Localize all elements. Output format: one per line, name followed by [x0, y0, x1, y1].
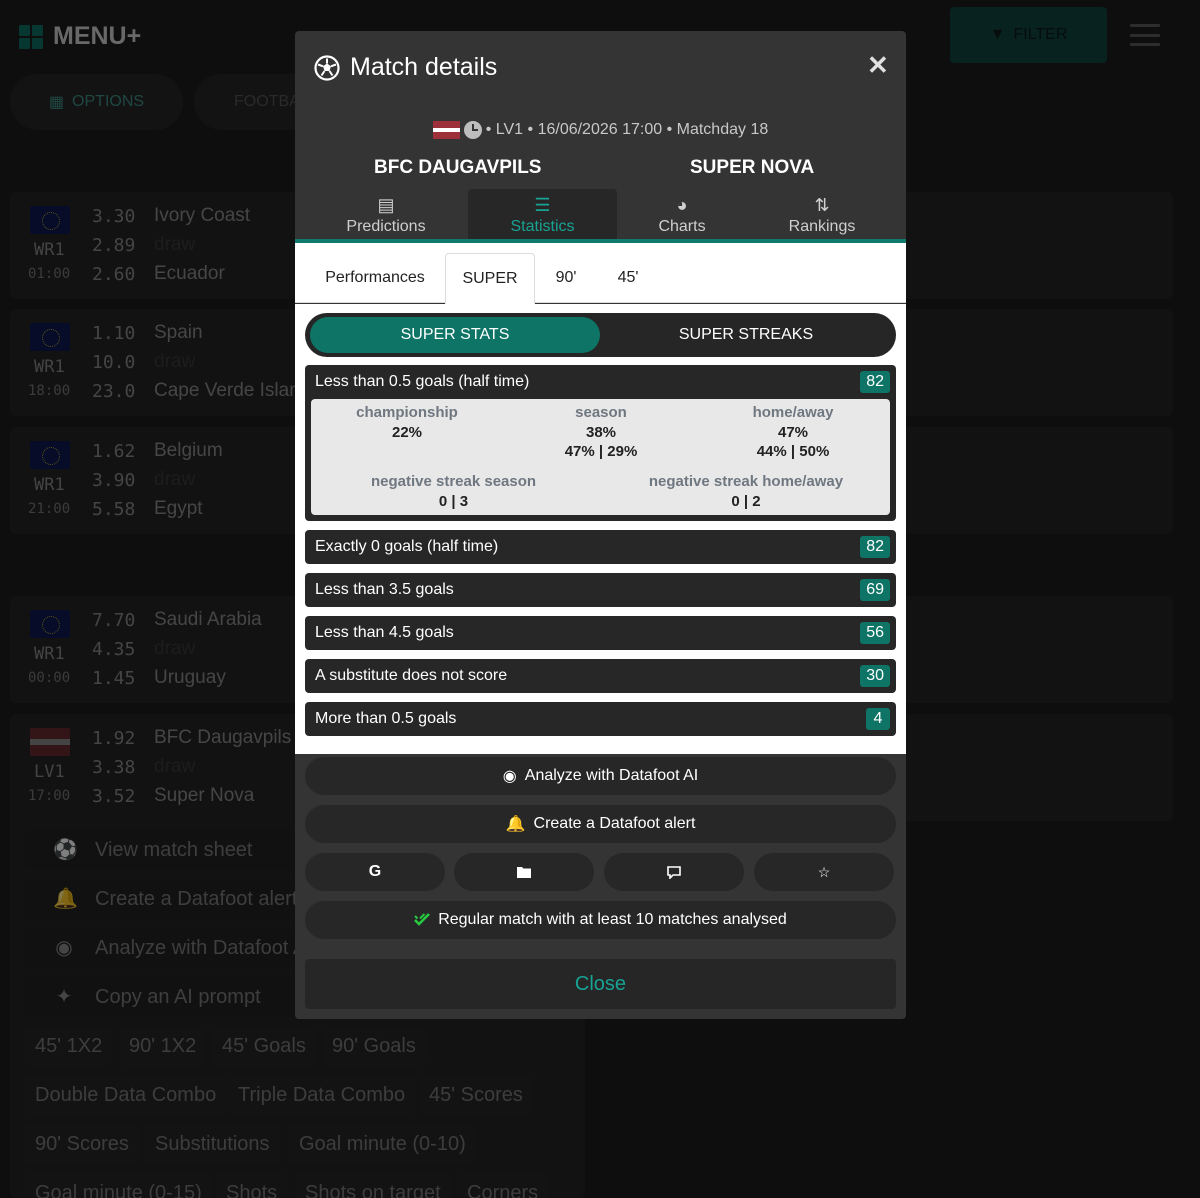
newspaper-icon: ▤ — [377, 195, 395, 215]
clock-icon — [463, 121, 482, 139]
stat-value-badge: 4 — [866, 708, 890, 730]
modal-tabs: ▤ Predictions ☰ Statistics ◕ Charts ⇅ Ra… — [295, 189, 906, 239]
tab-label: Statistics — [510, 218, 575, 235]
check-double-icon — [414, 913, 431, 926]
alert-label: Create a Datafoot alert — [533, 815, 696, 832]
close-icon[interactable]: ✕ — [867, 52, 889, 78]
subtab-performances[interactable]: Performances — [315, 253, 435, 303]
super-streaks-toggle[interactable]: SUPER STREAKS — [601, 317, 891, 353]
stat-label: More than 0.5 goals — [315, 710, 457, 727]
tab-label: Rankings — [788, 218, 856, 235]
brain-icon: ◉ — [502, 768, 517, 785]
tab-charts[interactable]: ◕ Charts — [607, 189, 757, 239]
comment-icon[interactable] — [604, 853, 744, 891]
regular-label: Regular match with at least 10 matches a… — [438, 911, 787, 928]
championship-label: championship — [356, 404, 458, 421]
championship-col: championship 22% — [327, 403, 487, 442]
stat-row[interactable]: More than 0.5 goals 4 — [305, 702, 896, 736]
match-details-modal: Match details ✕ • LV1 • 16/06/2026 17:00… — [295, 31, 906, 1019]
modal-title-text: Match details — [350, 53, 498, 81]
stat-label: Exactly 0 goals (half time) — [315, 538, 499, 555]
analyze-ai-button[interactable]: ◉ Analyze with Datafoot AI — [305, 757, 896, 795]
stats-content: SUPER STATS SUPER STREAKS Less than 0.5 … — [295, 304, 906, 754]
match-meta: • LV1 • 16/06/2026 17:00 • Matchday 18 — [295, 121, 906, 139]
regular-match-info: Regular match with at least 10 matches a… — [305, 901, 896, 939]
analyze-label: Analyze with Datafoot AI — [524, 767, 699, 784]
google-icon[interactable]: G — [305, 853, 445, 891]
subtab-90[interactable]: 90' — [546, 253, 586, 303]
season-split: 47% | 29% — [564, 443, 638, 460]
super-stats-toggle[interactable]: SUPER STATS — [310, 317, 600, 353]
neg-homeaway-col: negative streak home/away 0 | 2 — [631, 472, 861, 511]
close-button[interactable]: Close — [305, 959, 896, 1009]
star-icon[interactable]: ☆ — [754, 853, 894, 891]
stat-label: Less than 0.5 goals (half time) — [315, 373, 530, 390]
stat-value-badge: 82 — [860, 536, 890, 558]
stat-row[interactable]: Exactly 0 goals (half time) 82 — [305, 530, 896, 564]
stat-label: Less than 3.5 goals — [315, 581, 454, 598]
season-label: season — [575, 404, 627, 421]
pie-chart-icon: ◕ — [676, 195, 688, 215]
tab-label: Charts — [658, 218, 706, 235]
homeaway-split: 44% | 50% — [756, 443, 830, 460]
neg-homeaway-value: 0 | 2 — [731, 492, 761, 510]
stat-value-badge: 82 — [860, 371, 890, 393]
sort-icon: ⇅ — [814, 195, 830, 215]
modal-header: Match details ✕ — [295, 31, 906, 111]
neg-season-value: 0 | 3 — [438, 492, 469, 510]
stats-toggle: SUPER STATS SUPER STREAKS — [305, 313, 896, 357]
tab-label: Predictions — [346, 218, 426, 235]
bell-icon: 🔔 — [505, 816, 526, 833]
modal-title: Match details — [314, 53, 497, 82]
homeaway-col: home/away 47% 44% | 50% — [713, 403, 873, 462]
stat-label: Less than 4.5 goals — [315, 624, 454, 641]
sub-tabs: Performances SUPER 90' 45' — [295, 243, 906, 304]
home-team-name: BFC DAUGAVPILS — [374, 157, 542, 178]
stat-value-badge: 30 — [860, 665, 890, 687]
create-alert-button[interactable]: 🔔 Create a Datafoot alert — [305, 805, 896, 843]
neg-homeaway-label: negative streak home/away — [648, 473, 844, 490]
season-col: season 38% 47% | 29% — [521, 403, 681, 462]
stat-row[interactable]: Less than 3.5 goals 69 — [305, 573, 896, 607]
stat-value-badge: 69 — [860, 579, 890, 601]
neg-season-col: negative streak season 0 | 3 — [351, 472, 556, 511]
tab-rankings[interactable]: ⇅ Rankings — [747, 189, 897, 239]
homeaway-label: home/away — [752, 404, 834, 421]
stat-value-badge: 56 — [860, 622, 890, 644]
folder-icon[interactable] — [454, 853, 594, 891]
championship-value: 22% — [391, 423, 423, 441]
stat-row[interactable]: A substitute does not score 30 — [305, 659, 896, 693]
tab-statistics[interactable]: ☰ Statistics — [468, 189, 617, 239]
subtab-super[interactable]: SUPER — [445, 253, 535, 304]
neg-season-label: negative streak season — [370, 473, 537, 490]
stat-row[interactable]: Less than 4.5 goals 56 — [305, 616, 896, 650]
subtab-45[interactable]: 45' — [608, 253, 648, 303]
season-value: 38% — [585, 423, 617, 441]
match-meta-text: • LV1 • 16/06/2026 17:00 • Matchday 18 — [485, 121, 769, 138]
stat-detail-panel: championship 22% season 38% 47% | 29% ho… — [311, 399, 890, 515]
tab-predictions[interactable]: ▤ Predictions — [311, 189, 461, 239]
stat-row-expanded[interactable]: Less than 0.5 goals (half time) 82 champ… — [305, 365, 896, 521]
homeaway-value: 47% — [777, 423, 809, 441]
away-team-name: SUPER NOVA — [690, 157, 815, 178]
soccer-ball-icon — [314, 54, 340, 81]
latvia-flag-icon — [432, 121, 460, 139]
sliders-icon: ☰ — [534, 195, 551, 215]
stat-label: A substitute does not score — [315, 667, 508, 684]
